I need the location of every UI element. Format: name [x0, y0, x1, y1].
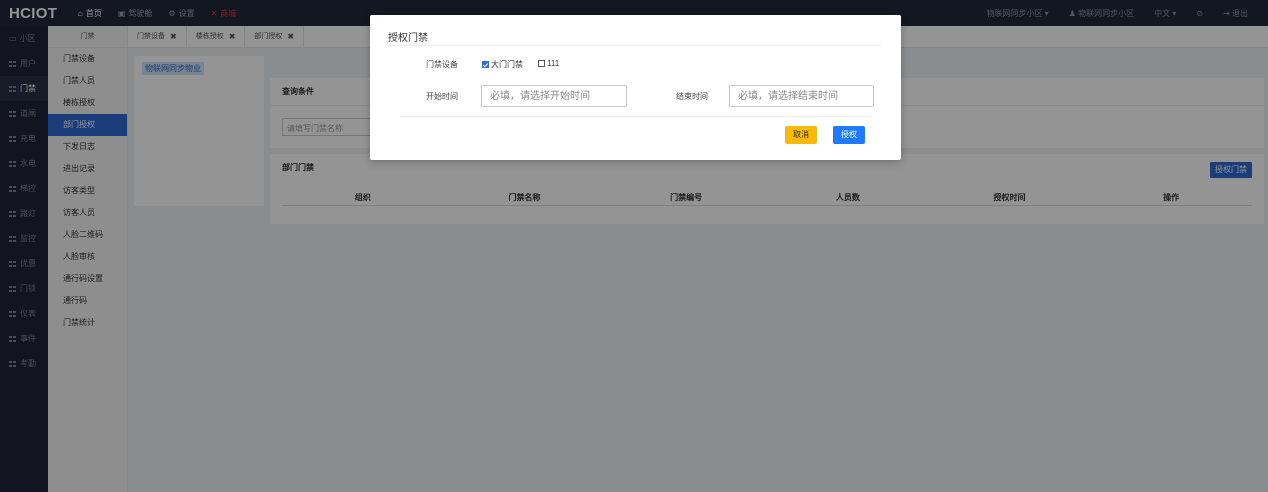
- cancel-button[interactable]: 取消: [785, 126, 817, 144]
- start-time-label: 开始时间: [426, 92, 458, 101]
- divider: [400, 116, 870, 117]
- checkbox-icon[interactable]: [538, 60, 545, 67]
- end-time-label: 结束时间: [676, 92, 708, 101]
- device-checkbox-111[interactable]: 111: [538, 59, 559, 68]
- start-time-input[interactable]: [481, 85, 627, 107]
- device-checkbox-gate[interactable]: 大门门禁: [482, 59, 523, 70]
- checkbox-checked-icon[interactable]: [482, 61, 489, 68]
- device-label: 门禁设备: [426, 60, 458, 69]
- divider: [388, 45, 881, 46]
- auth-access-dialog: 授权门禁 门禁设备 大门门禁 111 开始时间 结束时间 取消 授权: [370, 15, 901, 160]
- dialog-title: 授权门禁: [388, 33, 428, 44]
- authorize-button[interactable]: 授权: [833, 126, 865, 144]
- end-time-input[interactable]: [729, 85, 874, 107]
